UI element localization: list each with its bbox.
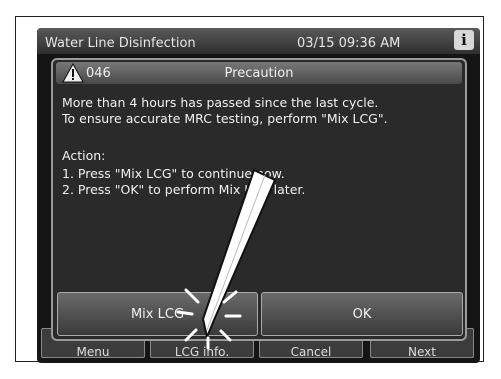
stylus-illustration xyxy=(176,169,276,350)
stylus-icon xyxy=(202,169,276,338)
